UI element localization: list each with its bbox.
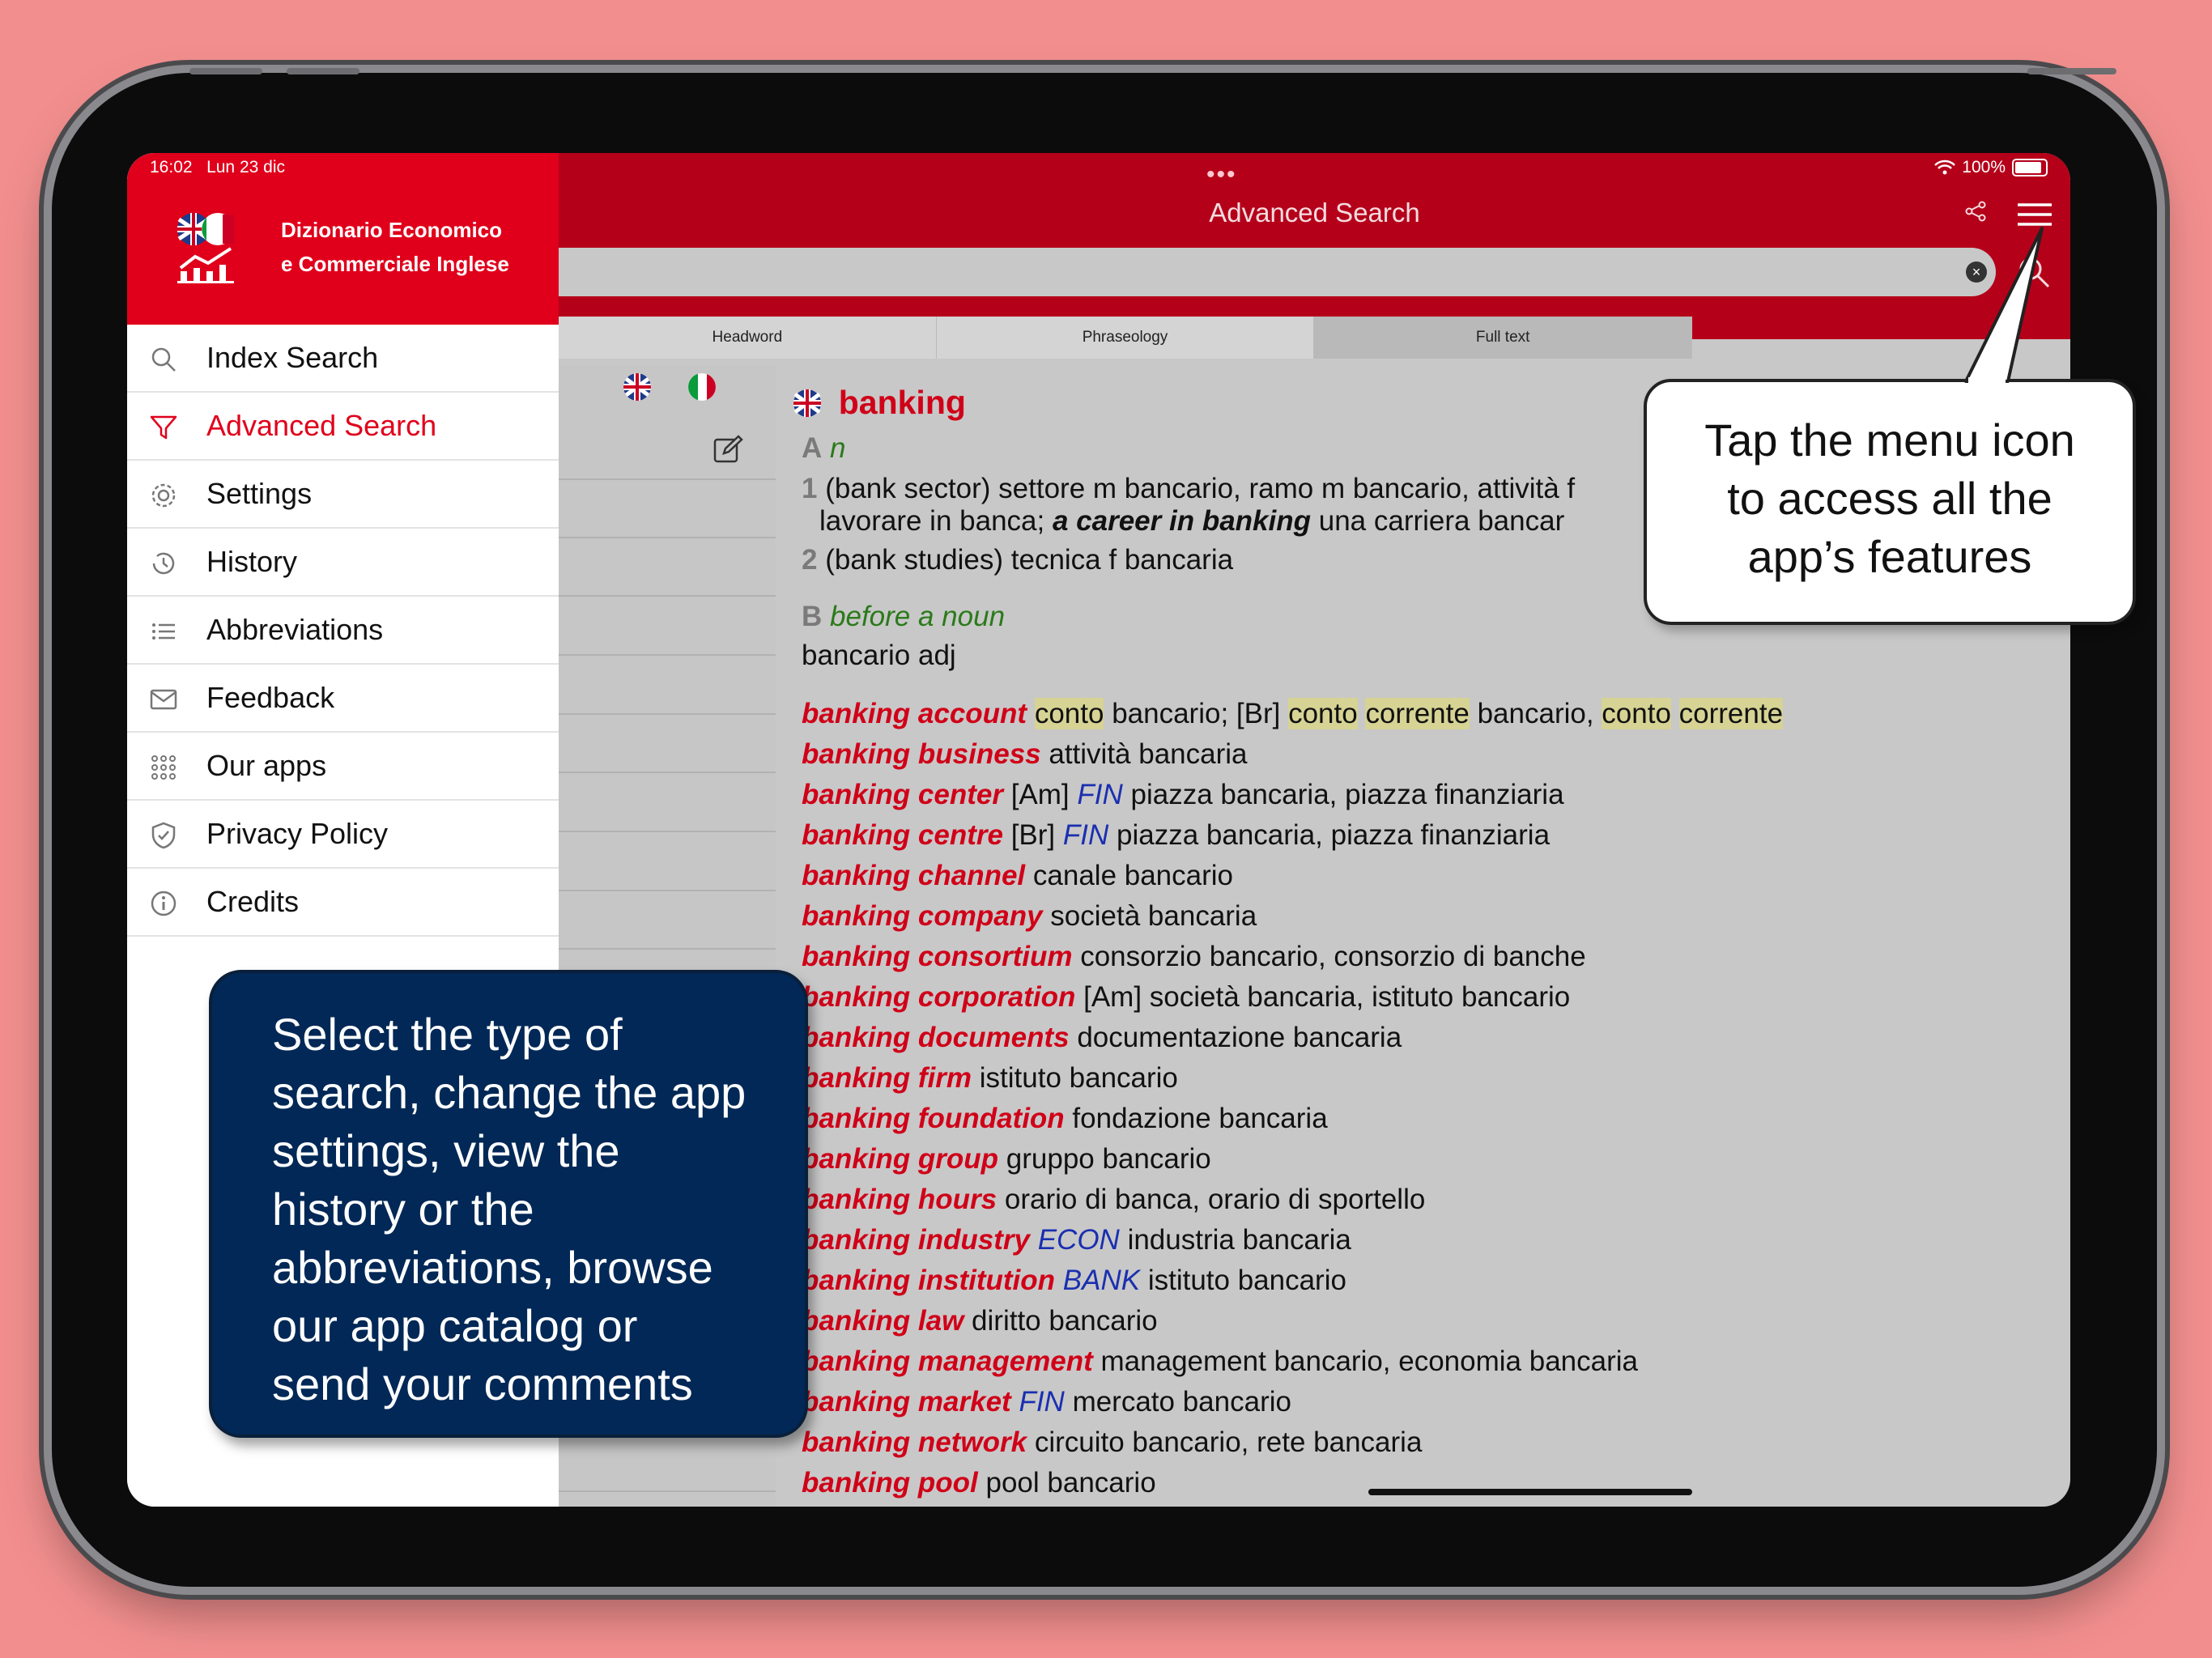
callout-pointer	[1964, 227, 2044, 384]
